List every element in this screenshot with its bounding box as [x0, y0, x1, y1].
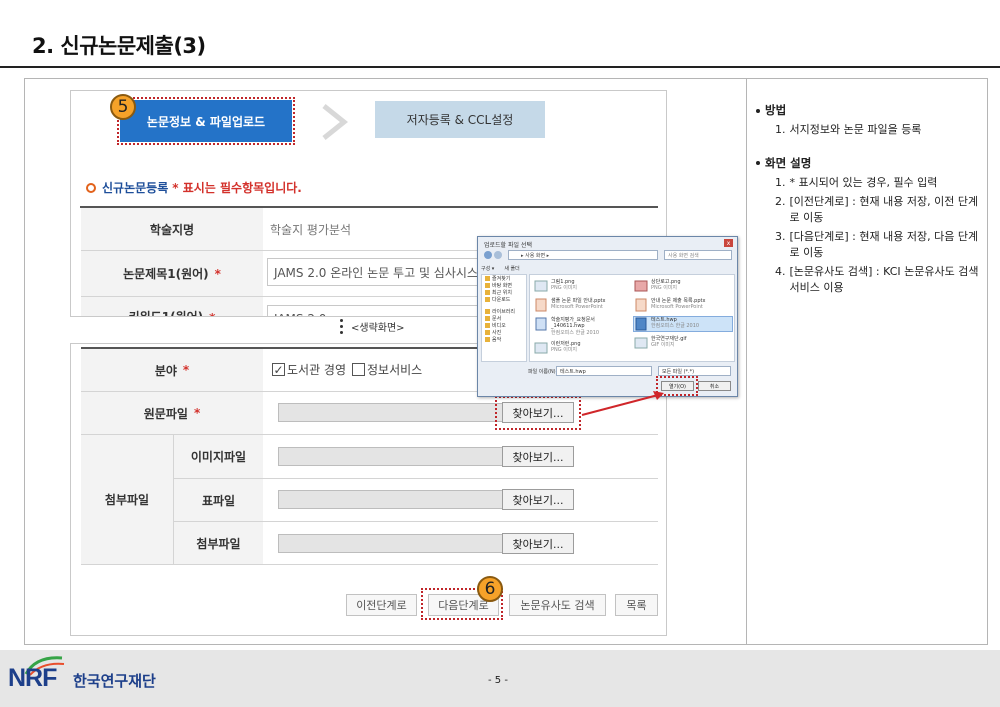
- file-dialog: 업로드할 파일 선택 x ▸ 사용 화면 ▸ 사용 화면 검색 구성 ▾ 새 폴…: [477, 236, 738, 397]
- image-file-browse-button[interactable]: 찾아보기...: [502, 446, 574, 467]
- registration-title: 신규논문등록 * 표시는 필수항목입니다.: [86, 179, 302, 196]
- description-panel: 방법 1. 서지정보와 논문 파일을 등록 화면 설명 1. * 표시되어 있는 경…: [756, 102, 981, 299]
- nrf-logo: NRF: [8, 664, 57, 692]
- step5-badge: 5: [110, 94, 136, 120]
- title1-input[interactable]: JAMS 2.0 온라인 논문 투고 및 심사시스템: [267, 258, 487, 286]
- close-icon[interactable]: x: [724, 239, 733, 247]
- dialog-search[interactable]: 사용 화면 검색: [664, 250, 732, 260]
- filename-label: 파일 이름(N):: [528, 369, 558, 375]
- table-file-label: 표파일: [174, 479, 263, 521]
- title-rule: [0, 66, 1000, 68]
- frame-divider: [746, 78, 747, 645]
- file-item-selected[interactable]: 테스트.hwp 한컴오피스 한글 2010: [633, 316, 733, 332]
- title1-label: 논문제목1(원어) *: [81, 251, 263, 296]
- file-item[interactable]: 상단로고.png PNG 이미지: [634, 279, 732, 293]
- filename-input[interactable]: 테스트.hwp: [556, 366, 652, 376]
- sidebar-item[interactable]: 라이브러리: [482, 308, 526, 315]
- field-option-library[interactable]: ✓ 도서관 경영: [272, 361, 346, 378]
- file-item[interactable]: 학술지평가_요청문서_140611.hwp 한컴오피스 한글 2010: [534, 317, 628, 336]
- list-item: 4. [논문유사도 검색] : KCI 논문유사도 검색 서비스 이용: [775, 264, 979, 295]
- dialog-title: 업로드할 파일 선택: [484, 242, 532, 249]
- screen-list: 1. * 표시되어 있는 경우, 필수 입력 2. [이전단계로] : 현재 내용 …: [756, 175, 981, 297]
- field-label: 분야 *: [81, 349, 263, 391]
- file-item[interactable]: 안내 논문 제출 목록.pptx Microsoft PowerPoint: [634, 298, 732, 312]
- sidebar-item[interactable]: 음악: [482, 336, 526, 343]
- original-file-label: 원문파일 *: [81, 392, 263, 434]
- pptx-file-icon: [635, 298, 647, 312]
- sidebar-item[interactable]: 비디오: [482, 322, 526, 329]
- pptx-file-icon: [535, 298, 547, 312]
- file-item[interactable]: 한국연구재단.gif GIF 이미지: [634, 336, 732, 350]
- step1-highlight: [117, 97, 295, 145]
- cancel-button[interactable]: 취소: [698, 381, 731, 391]
- keyword-label: 키워드1(원어)*: [81, 297, 263, 316]
- attach-file-browse-button[interactable]: 찾아보기...: [502, 533, 574, 554]
- table-file-browse-button[interactable]: 찾아보기...: [502, 489, 574, 510]
- page-number: - 5 -: [488, 675, 508, 686]
- checkbox-icon[interactable]: [352, 363, 366, 376]
- step-author-ccl[interactable]: 저자등록 & CCL설정: [375, 101, 545, 138]
- vertical-dots-icon: [340, 319, 343, 334]
- original-file-box[interactable]: [278, 403, 503, 422]
- list-item: 3. [다음단계로] : 현재 내용 저장, 다음 단계로 이동: [775, 229, 979, 260]
- file-item[interactable]: 그림1.png PNG 이미지: [534, 279, 628, 293]
- omitted-label: <생략화면>: [351, 323, 405, 334]
- browse-highlight: [495, 396, 581, 430]
- sidebar-item[interactable]: 즐겨찾기: [482, 275, 526, 282]
- slide-title: 2. 신규논문제출(3): [32, 34, 206, 58]
- field-option-info-service[interactable]: 정보서비스: [352, 361, 422, 378]
- image-file-icon: [534, 280, 548, 292]
- method-heading: 방법: [756, 102, 981, 119]
- omitted-indicator: <생략화면>: [340, 319, 405, 334]
- checkbox-checked-icon[interactable]: ✓: [272, 363, 285, 376]
- required-note: * 표시는 필수항목입니다.: [172, 181, 302, 195]
- filetype-select[interactable]: 모든 파일 (*.*): [658, 366, 731, 376]
- file-item[interactable]: 샘플 논문 파일 안내.pptx Microsoft PowerPoint: [534, 298, 628, 312]
- sidebar-item[interactable]: 사진: [482, 329, 526, 336]
- screen-heading: 화면 설명: [756, 155, 981, 172]
- row-divider: [81, 564, 658, 565]
- sidebar-item[interactable]: 최근 위치: [482, 289, 526, 296]
- hwp-file-icon: [535, 317, 547, 331]
- method-list: 1. 서지정보와 논문 파일을 등록: [756, 122, 981, 139]
- dialog-file-list: 그림1.png PNG 이미지 샘플 논문 파일 안내.pptx Microsoft…: [529, 274, 735, 362]
- org-name: 한국연구재단: [73, 672, 156, 690]
- file-item[interactable]: 이런저런.png PNG 이미지: [534, 341, 628, 355]
- sidebar-item[interactable]: 다운로드: [482, 296, 526, 303]
- gif-file-icon: [634, 337, 648, 349]
- sidebar-item[interactable]: 바탕 화면: [482, 282, 526, 289]
- similarity-search-button[interactable]: 논문유사도 검색: [509, 594, 606, 616]
- new-folder-button[interactable]: 새 폴더: [504, 265, 519, 272]
- keyword-input[interactable]: JAMS 2.0: [267, 305, 487, 316]
- table-file-box[interactable]: [278, 490, 503, 509]
- list-item: 1. * 표시되어 있는 경우, 필수 입력: [775, 176, 938, 189]
- section-title: 신규논문등록: [102, 181, 169, 195]
- attachments-group-label: 첨부파일: [81, 435, 173, 564]
- step6-badge: 6: [477, 576, 503, 602]
- back-forward-icon[interactable]: [483, 250, 505, 260]
- image-file-icon: [534, 342, 548, 354]
- attach-file-box[interactable]: [278, 534, 503, 553]
- dialog-toolbar: 구성 ▾ 새 폴더: [481, 264, 736, 272]
- prev-step-button[interactable]: 이전단계로: [346, 594, 417, 616]
- sidebar-item[interactable]: 문서: [482, 315, 526, 322]
- arrow-icon: [581, 391, 664, 416]
- dialog-sidebar: 즐겨찾기 바탕 화면 최근 위치 다운로드 라이브러리 문서 비디오 사진 음악: [481, 274, 527, 362]
- attach-file-label: 첨부파일: [174, 522, 263, 564]
- organize-menu[interactable]: 구성 ▾: [481, 265, 494, 272]
- journal-label: 학술지명: [81, 208, 263, 250]
- list-item: 2. [이전단계로] : 현재 내용 저장, 이전 단계로 이동: [775, 194, 979, 225]
- field-options: ✓ 도서관 경영 정보서비스: [272, 361, 422, 378]
- image-file-box[interactable]: [278, 447, 503, 466]
- list-item: 1. 서지정보와 논문 파일을 등록: [775, 123, 922, 137]
- hwp-file-icon: [635, 317, 647, 331]
- list-button[interactable]: 목록: [615, 594, 658, 616]
- dialog-path[interactable]: ▸ 사용 화면 ▸: [508, 250, 658, 260]
- image-file-icon: [634, 280, 648, 292]
- image-file-label: 이미지파일: [174, 435, 263, 478]
- step-arrow-icon: [322, 104, 349, 140]
- ring-icon: [86, 182, 96, 193]
